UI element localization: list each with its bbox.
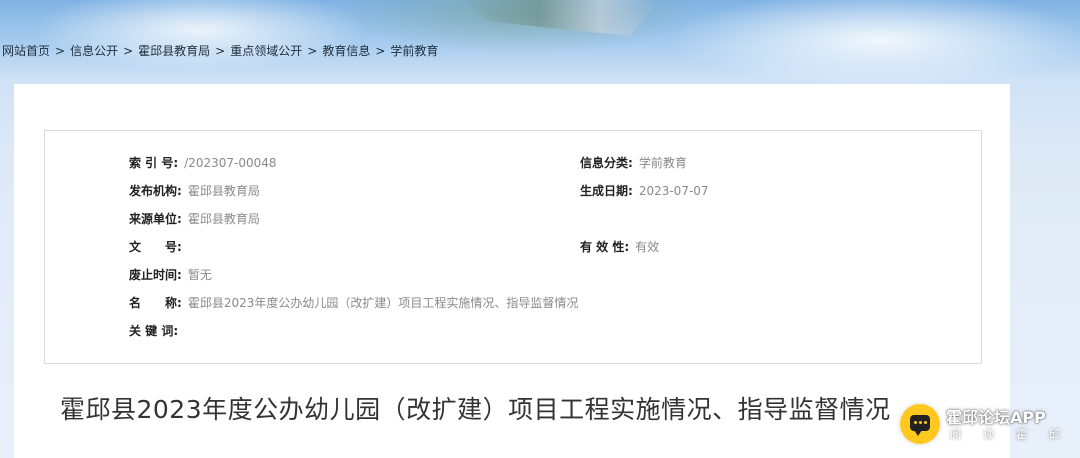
meta-value: 霍邱县教育局 — [187, 212, 260, 226]
meta-value: 霍邱县2023年度公办幼儿园（改扩建）项目工程实施情况、指导监督情况 — [187, 296, 579, 310]
breadcrumb-home[interactable]: 网站首页 — [2, 44, 50, 58]
meta-label: 来源单位: — [129, 212, 182, 226]
meta-generated-date: 生成日期: 2023-07-07 — [580, 183, 709, 199]
breadcrumb-info-public[interactable]: 信息公开 — [70, 44, 118, 58]
meta-label: 文 号: — [129, 240, 182, 254]
meta-value: 学前教育 — [638, 156, 687, 170]
meta-doc-no: 文 号: — [129, 239, 188, 255]
meta-category: 信息分类: 学前教育 — [580, 155, 687, 171]
meta-abolish-time: 废止时间: 暂无 — [129, 267, 212, 283]
meta-validity: 有 效 性: 有效 — [580, 239, 659, 255]
meta-label: 有 效 性: — [580, 240, 630, 254]
app-watermark: 霍邱论坛APP 阅读霍邱 — [898, 398, 1080, 458]
breadcrumb-separator: > — [307, 44, 318, 58]
meta-name: 名 称: 霍邱县2023年度公办幼儿园（改扩建）项目工程实施情况、指导监督情况 — [129, 295, 578, 311]
breadcrumb-education-bureau[interactable]: 霍邱县教育局 — [138, 44, 210, 58]
meta-source: 来源单位: 霍邱县教育局 — [129, 211, 260, 227]
meta-keywords: 关 键 词: — [129, 323, 184, 339]
breadcrumb-separator: > — [215, 44, 226, 58]
breadcrumb: 网站首页 > 信息公开 > 霍邱县教育局 > 重点领域公开 > 教育信息 > 学前教育 — [2, 42, 438, 60]
breadcrumb-separator: > — [375, 44, 386, 58]
meta-label: 索 引 号: — [129, 156, 179, 170]
breadcrumb-education-info[interactable]: 教育信息 — [322, 44, 370, 58]
meta-value: 2023-07-07 — [638, 184, 709, 198]
meta-label: 生成日期: — [580, 184, 633, 198]
meta-value: 霍邱县教育局 — [187, 184, 260, 198]
meta-publisher: 发布机构: 霍邱县教育局 — [129, 183, 260, 199]
watermark-app-name: 霍邱论坛APP — [946, 408, 1046, 427]
meta-label: 关 键 词: — [129, 324, 179, 338]
breadcrumb-separator: > — [123, 44, 134, 58]
document-metadata-table: 索 引 号: /202307-00048 信息分类: 学前教育 发布机构: 霍邱县教育… — [44, 130, 982, 364]
meta-value: 有效 — [635, 240, 660, 254]
meta-index-no: 索 引 号: /202307-00048 — [129, 155, 277, 171]
watermark-tagline: 阅读霍邱 — [950, 428, 1080, 441]
meta-label: 信息分类: — [580, 156, 633, 170]
meta-label: 废止时间: — [129, 268, 182, 282]
meta-label: 名 称: — [129, 296, 182, 310]
article-title: 霍邱县2023年度公办幼儿园（改扩建）项目工程实施情况、指导监督情况 — [60, 395, 891, 424]
meta-value: /202307-00048 — [184, 156, 277, 170]
banner-landscape-image — [460, 0, 660, 36]
breadcrumb-separator: > — [55, 44, 66, 58]
meta-label: 发布机构: — [129, 184, 182, 198]
meta-value: 暂无 — [187, 268, 212, 282]
chat-bubble-icon — [900, 404, 940, 444]
content-panel: 索 引 号: /202307-00048 信息分类: 学前教育 发布机构: 霍邱县教育… — [14, 84, 1010, 458]
breadcrumb-preschool[interactable]: 学前教育 — [390, 44, 438, 58]
breadcrumb-key-areas[interactable]: 重点领域公开 — [230, 44, 302, 58]
